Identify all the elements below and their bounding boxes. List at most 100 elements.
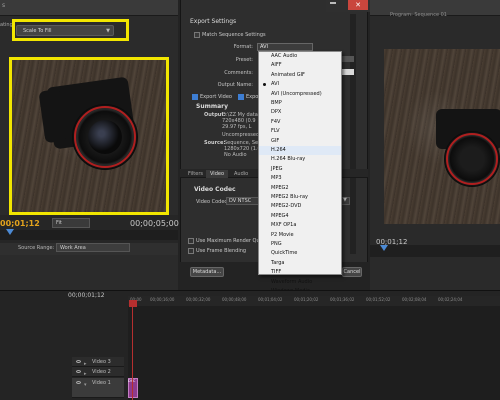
source-tab-label[interactable]: s	[2, 2, 5, 9]
timeline-timecode[interactable]: 00;00;01;12	[68, 292, 105, 299]
source-range-label: Source Range:	[18, 245, 55, 251]
match-sequence-checkbox[interactable]	[194, 32, 200, 38]
tab-video[interactable]: Video	[206, 170, 229, 178]
format-option-label: P2 Movie	[271, 231, 294, 238]
ruler-label: 00;02;08;04	[402, 297, 427, 302]
format-option-label: MPEG2 Blu-ray	[271, 194, 309, 200]
summary-header[interactable]: Summary	[196, 103, 228, 110]
max-render-quality-checkbox[interactable]	[188, 238, 194, 244]
format-option-p2-movie[interactable]: P2 Movie	[259, 231, 341, 240]
format-option-label: AIFF	[271, 62, 282, 69]
chevron-down-icon: ▼	[343, 197, 347, 203]
format-option-tiff[interactable]: TIFF	[259, 268, 341, 277]
format-option-avi-uncompressed[interactable]: AVI (Uncompressed)	[259, 90, 341, 99]
metadata-button[interactable]: Metadata...	[190, 267, 224, 277]
timeline-playhead-icon[interactable]	[129, 300, 137, 307]
program-preview-image	[384, 49, 500, 224]
format-dropdown-value: AVI	[260, 44, 268, 50]
format-option-mp3[interactable]: MP3	[259, 174, 341, 183]
frame-blending-checkbox[interactable]	[188, 248, 194, 254]
format-option-label: MP3	[271, 175, 282, 182]
eye-icon[interactable]	[76, 370, 81, 373]
selected-dot-icon	[263, 83, 266, 87]
format-option-label: H.264 Blu-ray	[271, 156, 306, 163]
cancel-button[interactable]: Cancel	[342, 267, 362, 277]
format-option-quicktime[interactable]: QuickTime	[259, 249, 341, 258]
track-header-video2[interactable]: ▸ Video 2	[72, 367, 124, 377]
format-option-label: AVI (Uncompressed)	[271, 90, 322, 97]
format-option-h264[interactable]: H.264	[259, 146, 341, 156]
format-option-waveform-audio[interactable]: Waveform Audio	[259, 278, 341, 287]
close-icon[interactable]: ✕	[348, 0, 368, 10]
ruler-label: 00;01;20;02	[294, 297, 319, 302]
preset-control[interactable]	[342, 56, 354, 62]
format-option-avi[interactable]: AVI	[259, 80, 341, 89]
format-option-flv[interactable]: FLV	[259, 127, 341, 136]
format-option-label: Targa	[271, 259, 285, 266]
format-option-label: Waveform Audio	[271, 278, 313, 285]
format-dropdown[interactable]: AVI	[257, 43, 313, 51]
format-option-label: MPEG2-DVD	[271, 203, 302, 210]
tab-filters[interactable]: Filters	[184, 170, 207, 178]
format-option-animated-gif[interactable]: Animated GIF	[259, 71, 341, 80]
comments-field[interactable]	[342, 69, 354, 75]
fit-dropdown[interactable]: Fit	[52, 218, 90, 228]
format-option-gif[interactable]: GIF	[259, 137, 341, 146]
format-option-dpx[interactable]: DPX	[259, 108, 341, 117]
format-option-mxf-op1a[interactable]: MXF OP1a	[259, 221, 341, 230]
program-scrub-bar[interactable]	[370, 245, 500, 257]
track-label: Video 2	[92, 369, 111, 375]
video-codec-header[interactable]: Video Codec	[194, 186, 236, 193]
lens-red-ring	[446, 133, 498, 185]
scaling-label: ating	[0, 22, 13, 28]
fit-dropdown-value: Fit	[56, 220, 62, 226]
ruler-label: 00;01;04;02	[258, 297, 283, 302]
source-timecode[interactable]: 00;01;12	[0, 219, 40, 228]
format-option-h264-bluray[interactable]: H.264 Blu-ray	[259, 155, 341, 164]
format-option-label: GIF	[271, 137, 280, 144]
format-dropdown-list: AAC Audio AIFF Animated GIF AVI AVI (Unc…	[258, 51, 342, 294]
expand-triangle-icon[interactable]: ▾	[84, 380, 87, 390]
summary-output-line: 29.97 fps, L	[222, 124, 252, 130]
export-video-checkbox[interactable]	[192, 94, 198, 100]
source-scrub-bar[interactable]	[0, 230, 178, 240]
match-sequence-label: Match Sequence Settings	[202, 32, 266, 38]
format-option-f4v[interactable]: F4V	[259, 118, 341, 127]
source-monitor-header: s	[0, 0, 178, 16]
format-option-label: F4V	[271, 118, 281, 125]
export-settings-header[interactable]: Export Settings	[190, 18, 236, 25]
format-option-mpeg4[interactable]: MPEG4	[259, 212, 341, 221]
eye-icon[interactable]	[76, 381, 81, 384]
minimize-icon[interactable]	[330, 2, 336, 4]
source-range-dropdown[interactable]: Work Area	[56, 243, 130, 252]
summary-source-line: No Audio	[224, 152, 247, 158]
format-option-label: QuickTime	[271, 250, 298, 257]
tab-audio[interactable]: Audio	[230, 170, 252, 178]
format-option-label: JPEG	[271, 165, 283, 172]
format-option-jpeg[interactable]: JPEG	[259, 165, 341, 174]
format-option-bmp[interactable]: BMP	[259, 99, 341, 108]
format-option-label: MPEG2	[271, 184, 289, 191]
ruler-label: 00;01;52;02	[366, 297, 391, 302]
export-audio-checkbox[interactable]	[238, 94, 244, 100]
format-option-mpeg2-dvd[interactable]: MPEG2-DVD	[259, 202, 341, 211]
source-duration: 00;00;05;00	[130, 219, 179, 228]
ruler-label: 00;01;36;02	[330, 297, 355, 302]
program-tab-label[interactable]: Program: Sequence 01	[390, 12, 447, 18]
format-option-mpeg2-bluray[interactable]: MPEG2 Blu-ray	[259, 193, 341, 202]
format-option-aiff[interactable]: AIFF	[259, 61, 341, 70]
track-header-video1[interactable]: ▾ Video 1	[72, 378, 124, 398]
ruler-label: 00;00;32;00	[186, 297, 211, 302]
timeline-track-area[interactable]	[128, 306, 500, 400]
export-scrollbar[interactable]	[350, 14, 356, 254]
track-header-video3[interactable]: ▸ Video 3	[72, 357, 124, 367]
source-playhead-icon[interactable]	[6, 229, 14, 235]
comments-label: Comments:	[224, 70, 253, 76]
eye-icon[interactable]	[76, 360, 81, 363]
format-option-aac-audio[interactable]: AAC Audio	[259, 52, 341, 61]
timeline-playhead-line[interactable]	[132, 300, 133, 400]
program-playhead-icon[interactable]	[380, 245, 388, 251]
format-option-png[interactable]: PNG	[259, 240, 341, 249]
format-option-mpeg2[interactable]: MPEG2	[259, 184, 341, 193]
format-option-targa[interactable]: Targa	[259, 259, 341, 268]
